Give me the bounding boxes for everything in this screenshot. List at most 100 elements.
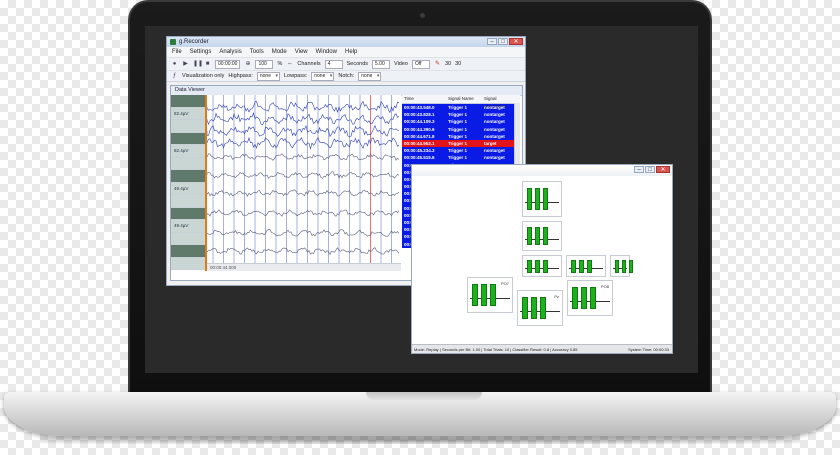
event-time: 00:00:44.109.3: [404, 119, 435, 125]
main-toolbar: ● ▶ ❚❚ ■ 00:00:00 ⊕ 100 % ⇔ Channels 4 S…: [167, 57, 525, 70]
zoom-field[interactable]: 100: [255, 59, 274, 69]
electrode-label: PO8: [600, 284, 609, 289]
eeg-traces: [206, 95, 400, 263]
event-time: 00:00:44.390.6: [404, 126, 435, 132]
event-time: 00:00:44.953.1: [404, 140, 435, 146]
event-row[interactable]: 00:00:45.515.6 Trigger 1 nontarget: [402, 154, 520, 161]
menu-mode[interactable]: Mode: [272, 47, 287, 57]
event-name: Trigger 1: [448, 119, 468, 125]
menu-tools[interactable]: Tools: [250, 47, 264, 57]
column-signal-description[interactable]: Signal Description: [482, 95, 520, 109]
erp-plot-cell[interactable]: [522, 181, 562, 217]
time-field[interactable]: 00:00:00: [215, 59, 241, 69]
menu-settings[interactable]: Settings: [190, 47, 212, 57]
event-row[interactable]: 00:00:45.234.3 Trigger 1 nontarget: [402, 147, 520, 154]
menu-window[interactable]: Window: [316, 47, 337, 57]
window-title: g.Recorder: [179, 39, 209, 45]
marker-pen-icon[interactable]: ✎: [434, 61, 441, 68]
toolbar-value-b: 30: [455, 61, 462, 67]
close-button[interactable]: ✕: [509, 38, 523, 45]
record-icon[interactable]: ●: [171, 61, 178, 68]
menu-file[interactable]: File: [172, 47, 182, 57]
epoch-bar: [535, 227, 540, 245]
erp-plot-cell[interactable]: PO8: [567, 280, 613, 316]
event-time: 00:00:44.671.8: [404, 133, 435, 139]
column-time[interactable]: Time: [402, 95, 446, 103]
horizontal-scrollbar[interactable]: 00:00:44.000: [207, 263, 401, 271]
event-name: Trigger 1: [448, 133, 468, 139]
zoom-unit: %: [277, 61, 283, 67]
laptop-shadow: [40, 436, 800, 444]
event-name: Trigger 1: [448, 126, 468, 132]
filter-icon: ƒ: [172, 72, 177, 79]
event-time: 00:00:45.515.6: [404, 155, 435, 161]
event-time: 00:00:43.548.0: [404, 105, 435, 110]
event-time: 00:00:45.234.3: [404, 148, 435, 154]
event-row[interactable]: 00:00:43.548.0 Trigger 1 nontarget: [402, 104, 520, 111]
channel-label: 82.4µV: [171, 107, 205, 120]
minimize-button[interactable]: –: [487, 38, 497, 45]
event-row[interactable]: 00:00:44.671.8 Trigger 1 nontarget: [402, 133, 520, 140]
erp-plot-cell[interactable]: [566, 255, 606, 277]
menu-help[interactable]: Help: [345, 47, 357, 57]
electrode-label: PO7: [500, 281, 509, 286]
column-signal-name[interactable]: Signal Name: [446, 95, 482, 103]
notch-select[interactable]: none: [358, 71, 382, 81]
menu-view[interactable]: View: [295, 47, 308, 57]
channel-label: [171, 120, 205, 133]
event-name: Trigger 1: [448, 140, 468, 146]
erp-maximize-button[interactable]: □: [645, 166, 655, 173]
event-row[interactable]: 00:00:44.953.1 Trigger 1 target: [402, 139, 520, 148]
erp-plot-cell[interactable]: [522, 255, 562, 277]
seconds-field[interactable]: 5.00: [372, 59, 391, 69]
epoch-bar: [579, 260, 584, 273]
highpass-select[interactable]: none: [256, 71, 280, 81]
signal-plot[interactable]: 00:00:44.000: [205, 95, 401, 271]
channel-label: [171, 257, 205, 270]
status-bar: Mode: Replay | Seconds per Bit: 1.00 | T…: [412, 344, 672, 353]
epoch-bar: [615, 260, 619, 273]
erp-plot-cell[interactable]: [522, 221, 562, 251]
event-row[interactable]: 00:00:44.390.6 Trigger 1 nontarget: [402, 126, 520, 133]
zoom-icon[interactable]: ⊕: [244, 61, 251, 68]
epoch-bar: [527, 260, 532, 273]
epoch-bar: [543, 227, 548, 245]
channels-field[interactable]: 4: [324, 59, 343, 69]
toolbar-value-a: 30: [444, 61, 452, 67]
channel-label: [171, 132, 205, 145]
erp-plot-cell[interactable]: PO7: [467, 277, 513, 313]
filter-toolbar: ƒ Visualization only Highpass: none Lowp…: [167, 70, 525, 82]
video-field[interactable]: Off: [411, 59, 430, 69]
system-time: System Time: 00:00:33: [628, 347, 669, 352]
erp-plot-cell[interactable]: [610, 255, 633, 277]
lowpass-select[interactable]: none: [311, 71, 335, 81]
erp-close-button[interactable]: ✕: [656, 166, 670, 173]
app-icon: [170, 39, 176, 45]
erp-minimize-button[interactable]: –: [634, 166, 644, 173]
epoch-bar: [572, 287, 578, 309]
maximize-button[interactable]: □: [498, 38, 508, 45]
pause-icon[interactable]: ❚❚: [193, 61, 203, 68]
erp-plot-cell[interactable]: Pz: [517, 290, 563, 326]
menu-bar: File Settings Analysis Tools Mode View W…: [167, 47, 525, 57]
channel-label: [171, 207, 205, 220]
epoch-bar: [540, 297, 546, 319]
channel-label: [171, 195, 205, 208]
epoch-bar: [481, 284, 487, 306]
stop-icon[interactable]: ■: [204, 61, 211, 68]
event-row[interactable]: 00:00:43.828.1 Trigger 1 nontarget: [402, 111, 520, 118]
highpass-label: Highpass:: [228, 73, 253, 79]
visualization-label: Visualization only: [182, 73, 225, 79]
epoch-bar: [587, 260, 592, 273]
epoch-bar: [571, 260, 576, 273]
channel-label: 82.4µV: [171, 145, 205, 158]
epoch-bar: [527, 227, 532, 245]
menu-analysis[interactable]: Analysis: [219, 47, 241, 57]
epoch-bar: [522, 297, 528, 319]
epoch-bar: [527, 188, 532, 210]
play-icon[interactable]: ▶: [182, 61, 189, 68]
event-time: 00:00:43.828.1: [404, 112, 435, 118]
fit-icon[interactable]: ⇔: [286, 61, 293, 68]
epoch-bar: [543, 260, 548, 273]
event-row[interactable]: 00:00:44.109.3 Trigger 1 nontarget: [402, 118, 520, 125]
